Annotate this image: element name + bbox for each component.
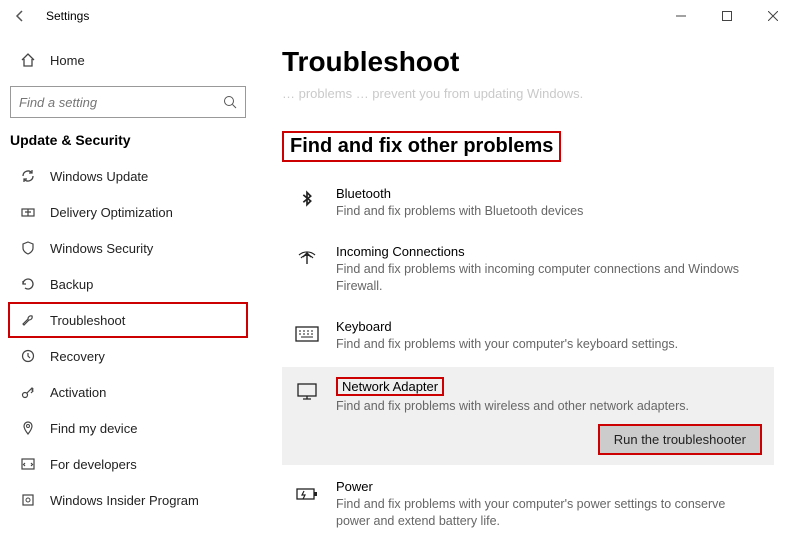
sidebar-item-backup[interactable]: Backup <box>8 266 248 302</box>
ts-desc: Find and fix problems with Bluetooth dev… <box>336 203 762 220</box>
ts-desc: Find and fix problems with incoming comp… <box>336 261 762 295</box>
search-icon <box>223 95 237 109</box>
sidebar-item-label: Windows Insider Program <box>50 493 199 508</box>
sidebar-item-windows-update[interactable]: Windows Update <box>8 158 248 194</box>
sidebar-item-label: Troubleshoot <box>50 313 125 328</box>
ts-title: Power <box>336 479 762 494</box>
sidebar-item-label: Find my device <box>50 421 137 436</box>
ts-item-incoming-connections[interactable]: Incoming Connections Find and fix proble… <box>282 234 774 305</box>
sidebar-item-troubleshoot[interactable]: Troubleshoot <box>8 302 248 338</box>
close-icon <box>768 11 778 21</box>
sync-icon <box>20 168 36 184</box>
bluetooth-icon <box>294 188 320 214</box>
location-icon <box>20 420 36 436</box>
run-troubleshooter-button[interactable]: Run the troubleshooter <box>598 424 762 455</box>
developers-icon <box>20 456 36 472</box>
sidebar-item-delivery-optimization[interactable]: Delivery Optimization <box>8 194 248 230</box>
faded-text: … problems … prevent you from updating W… <box>282 86 774 101</box>
search-input[interactable] <box>19 95 223 110</box>
app-title: Settings <box>46 9 89 23</box>
ts-desc: Find and fix problems with wireless and … <box>336 398 762 415</box>
network-adapter-icon <box>294 379 320 405</box>
ts-item-network-adapter[interactable]: Network Adapter Find and fix problems wi… <box>282 367 774 466</box>
sidebar-item-windows-security[interactable]: Windows Security <box>8 230 248 266</box>
maximize-icon <box>722 11 732 21</box>
ts-title: Keyboard <box>336 319 762 334</box>
sidebar-item-label: Backup <box>50 277 93 292</box>
home-icon <box>20 52 36 68</box>
ts-item-power[interactable]: Power Find and fix problems with your co… <box>282 469 774 540</box>
window-controls <box>658 0 796 32</box>
minimize-icon <box>676 11 686 21</box>
sidebar-item-label: For developers <box>50 457 137 472</box>
sidebar-item-label: Recovery <box>50 349 105 364</box>
home-label: Home <box>50 53 85 68</box>
sidebar: Home Update & Security Windows Update De… <box>0 32 256 541</box>
backup-icon <box>20 276 36 292</box>
home-link[interactable]: Home <box>8 42 248 78</box>
ts-item-bluetooth[interactable]: Bluetooth Find and fix problems with Blu… <box>282 176 774 230</box>
sidebar-item-label: Activation <box>50 385 106 400</box>
keyboard-icon <box>294 321 320 347</box>
sidebar-item-label: Windows Security <box>50 241 153 256</box>
content-area: Troubleshoot … problems … prevent you fr… <box>256 32 800 541</box>
sidebar-item-insider[interactable]: Windows Insider Program <box>8 482 248 518</box>
back-button[interactable] <box>4 0 36 32</box>
incoming-icon <box>294 246 320 272</box>
sidebar-item-activation[interactable]: Activation <box>8 374 248 410</box>
ts-title: Network Adapter <box>336 377 444 396</box>
section-header: Update & Security <box>10 132 238 148</box>
delivery-icon <box>20 204 36 220</box>
sidebar-item-find-my-device[interactable]: Find my device <box>8 410 248 446</box>
ts-title: Bluetooth <box>336 186 762 201</box>
title-bar: Settings <box>0 0 800 32</box>
wrench-icon <box>20 312 36 328</box>
ts-title: Incoming Connections <box>336 244 762 259</box>
page-title: Troubleshoot <box>282 46 774 78</box>
search-box[interactable] <box>10 86 246 118</box>
maximize-button[interactable] <box>704 0 750 32</box>
ts-desc: Find and fix problems with your computer… <box>336 336 762 353</box>
sidebar-item-label: Delivery Optimization <box>50 205 173 220</box>
recovery-icon <box>20 348 36 364</box>
minimize-button[interactable] <box>658 0 704 32</box>
sidebar-item-recovery[interactable]: Recovery <box>8 338 248 374</box>
close-button[interactable] <box>750 0 796 32</box>
power-icon <box>294 481 320 507</box>
ts-desc: Find and fix problems with your computer… <box>336 496 762 530</box>
sidebar-item-for-developers[interactable]: For developers <box>8 446 248 482</box>
subheading: Find and fix other problems <box>282 131 561 162</box>
key-icon <box>20 384 36 400</box>
shield-icon <box>20 240 36 256</box>
insider-icon <box>20 492 36 508</box>
sidebar-item-label: Windows Update <box>50 169 148 184</box>
ts-item-keyboard[interactable]: Keyboard Find and fix problems with your… <box>282 309 774 363</box>
arrow-left-icon <box>13 9 27 23</box>
